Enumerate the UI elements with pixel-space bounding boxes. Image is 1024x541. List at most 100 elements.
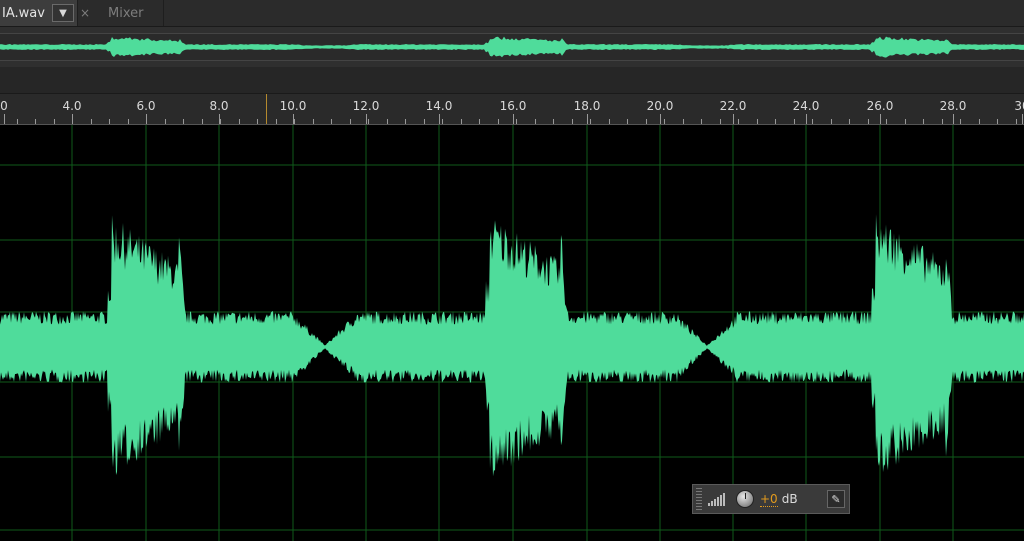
ruler-minor-tick bbox=[646, 119, 647, 124]
ruler-minor-tick bbox=[905, 119, 906, 124]
ruler-minor-tick bbox=[997, 119, 998, 124]
ruler-minor-tick bbox=[590, 119, 591, 124]
ruler-minor-tick bbox=[849, 119, 850, 124]
ruler-minor-tick bbox=[868, 119, 869, 124]
ruler-major-tick bbox=[366, 114, 367, 124]
ruler-minor-tick bbox=[664, 119, 665, 124]
ruler-minor-tick bbox=[720, 119, 721, 124]
ruler-minor-tick bbox=[91, 119, 92, 124]
ruler-minor-tick bbox=[276, 119, 277, 124]
ruler-minor-tick bbox=[72, 119, 73, 124]
ruler-minor-tick bbox=[461, 119, 462, 124]
ruler-label: 24.0 bbox=[792, 99, 820, 113]
pin-icon[interactable]: ✎ bbox=[827, 490, 845, 508]
ruler-minor-tick bbox=[109, 119, 110, 124]
ruler-minor-tick bbox=[1016, 119, 1017, 124]
ruler-label: 16.0 bbox=[499, 99, 527, 113]
waveform-shape bbox=[0, 214, 1024, 477]
ruler-minor-tick bbox=[479, 119, 480, 124]
ruler-major-tick bbox=[587, 114, 588, 124]
ruler-minor-tick bbox=[257, 119, 258, 124]
ruler-label: 8.0 bbox=[209, 99, 229, 113]
dropdown-arrow-icon[interactable]: ▼ bbox=[52, 4, 74, 22]
ruler-label: 30 bbox=[1014, 99, 1024, 113]
tab-mixer-label: Mixer bbox=[108, 5, 144, 21]
ruler-minor-tick bbox=[535, 119, 536, 124]
tab-file-label: IA.wav bbox=[2, 5, 45, 21]
ruler-minor-tick bbox=[220, 119, 221, 124]
waveform-svg bbox=[0, 125, 1024, 541]
ruler-minor-tick bbox=[313, 119, 314, 124]
time-ruler[interactable]: 0 4.0 6.0 8.0 10.0 12.0 14.0 16.0 18.0 20.0 22.0 24… bbox=[0, 94, 1024, 125]
overview-scrollbar[interactable] bbox=[0, 67, 1024, 94]
ruler-label: 12.0 bbox=[352, 99, 380, 113]
overview-waveform bbox=[0, 36, 1024, 58]
ruler-major-tick bbox=[1022, 114, 1023, 124]
ruler-minor-tick bbox=[831, 119, 832, 124]
ruler-minor-tick bbox=[424, 119, 425, 124]
ruler-label: 28.0 bbox=[939, 99, 967, 113]
ruler-minor-tick bbox=[886, 119, 887, 124]
close-glyph: × bbox=[80, 6, 91, 20]
tab-bar: IA.wav ▼ × Mixer bbox=[0, 0, 1024, 27]
playhead-marker[interactable] bbox=[266, 94, 267, 124]
ruler-minor-tick bbox=[572, 119, 573, 124]
ruler-major-tick bbox=[953, 114, 954, 124]
ruler-minor-tick bbox=[516, 119, 517, 124]
ruler-minor-tick bbox=[17, 119, 18, 124]
ruler-minor-tick bbox=[923, 119, 924, 124]
ruler-minor-tick bbox=[738, 119, 739, 124]
ruler-label: 14.0 bbox=[425, 99, 453, 113]
ruler-label: 22.0 bbox=[719, 99, 747, 113]
dropdown-glyph: ▼ bbox=[59, 7, 67, 19]
overview-track[interactable] bbox=[0, 33, 1024, 61]
tab-mixer[interactable]: Mixer bbox=[94, 0, 164, 26]
close-icon[interactable]: × bbox=[80, 0, 90, 26]
hud-grip-handle[interactable] bbox=[696, 488, 702, 510]
volume-knob-icon[interactable] bbox=[736, 490, 754, 508]
ruler-minor-tick bbox=[627, 119, 628, 124]
ruler-minor-tick bbox=[294, 119, 295, 124]
ruler-minor-tick bbox=[683, 119, 684, 124]
ruler-major-tick bbox=[733, 114, 734, 124]
ruler-minor-tick bbox=[331, 119, 332, 124]
overview-strip[interactable] bbox=[0, 27, 1024, 67]
ruler-minor-tick bbox=[609, 119, 610, 124]
ruler-label: 26.0 bbox=[866, 99, 894, 113]
pin-glyph: ✎ bbox=[831, 492, 841, 506]
ruler-minor-tick bbox=[146, 119, 147, 124]
ruler-minor-tick bbox=[165, 119, 166, 124]
ruler-major-tick bbox=[880, 114, 881, 124]
ruler-label: 20.0 bbox=[646, 99, 674, 113]
overview-waveform-shape bbox=[0, 36, 1024, 58]
ruler-minor-tick bbox=[202, 119, 203, 124]
ruler-label: 18.0 bbox=[573, 99, 601, 113]
volume-hud[interactable]: +0 dB ✎ bbox=[692, 484, 850, 514]
ruler-minor-tick bbox=[812, 119, 813, 124]
ruler-minor-tick bbox=[405, 119, 406, 124]
ruler-minor-tick bbox=[498, 119, 499, 124]
ruler-minor-tick bbox=[553, 119, 554, 124]
ruler-major-tick bbox=[806, 114, 807, 124]
waveform-display[interactable] bbox=[0, 125, 1024, 541]
ruler-major-tick bbox=[660, 114, 661, 124]
ruler-minor-tick bbox=[350, 119, 351, 124]
ruler-minor-tick bbox=[387, 119, 388, 124]
ruler-minor-tick bbox=[794, 119, 795, 124]
volume-unit: dB bbox=[781, 492, 798, 506]
ruler-minor-tick bbox=[701, 119, 702, 124]
ruler-minor-tick bbox=[183, 119, 184, 124]
ruler-minor-tick bbox=[35, 119, 36, 124]
ruler-minor-tick bbox=[979, 119, 980, 124]
ruler-major-tick bbox=[4, 114, 5, 124]
volume-value[interactable]: +0 bbox=[760, 492, 778, 507]
ruler-label: 10.0 bbox=[279, 99, 307, 113]
ruler-minor-tick bbox=[757, 119, 758, 124]
ruler-minor-tick bbox=[442, 119, 443, 124]
ruler-major-tick bbox=[513, 114, 514, 124]
ruler-minor-tick bbox=[239, 119, 240, 124]
ruler-minor-tick bbox=[942, 119, 943, 124]
ruler-minor-tick bbox=[54, 119, 55, 124]
ruler-label: 4.0 bbox=[62, 99, 82, 113]
signal-level-icon bbox=[708, 492, 730, 506]
